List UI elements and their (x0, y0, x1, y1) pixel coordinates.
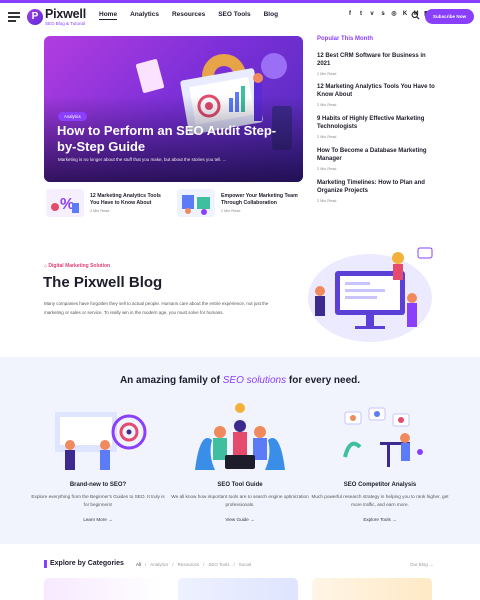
seo-tool-illustration (195, 403, 285, 470)
nav-item-seo-tools[interactable]: SEO Tools (218, 11, 250, 20)
our-blog-link[interactable]: Our Blog → (410, 562, 434, 567)
feature-card: SEO Tool Guide We all know how important… (170, 482, 310, 522)
view-guide-link[interactable]: View Guide → (170, 517, 310, 522)
section-marker (44, 560, 47, 568)
categories-title: Explore by Categories (50, 560, 124, 567)
category-card[interactable] (44, 578, 164, 600)
post-title[interactable]: Marketing Timelines: How to Plan and Org… (317, 180, 437, 196)
post-thumbnail (177, 189, 215, 217)
vimeo-icon[interactable]: v (369, 11, 375, 18)
list-item[interactable]: 12 Marketing Analytics Tools You Have to… (317, 84, 437, 107)
read-time: 2 Min Read (317, 166, 337, 171)
featured-post[interactable]: Analytics How to Perform an SEO Audit St… (44, 36, 303, 182)
post-thumbnail: % (46, 189, 84, 217)
list-item[interactable]: Empower Your Marketing Team Through Coll… (177, 188, 301, 218)
feature-card: SEO Competitor Analysis Much powerful re… (307, 482, 453, 522)
hero-title[interactable]: How to Perform an SEO Audit Step-by-Step… (57, 123, 287, 154)
feature-description: Explore everything from the Beginner's G… (31, 494, 165, 507)
hero-excerpt: Marketing is no longer about the stuff t… (58, 157, 227, 162)
learn-more-link[interactable]: Learn More → (28, 517, 168, 522)
feature-title: SEO Competitor Analysis (343, 482, 417, 488)
subscribe-button[interactable]: Subscribe Now (425, 9, 474, 24)
read-time: 2 Min Read (221, 209, 241, 213)
category-all[interactable]: All (136, 562, 141, 567)
post-title[interactable]: How To Become a Database Marketing Manag… (317, 148, 437, 164)
menu-icon[interactable] (8, 12, 20, 24)
read-time: 2 Min Read (317, 134, 337, 139)
section-description: Many companies have forgotten they sell … (44, 301, 269, 315)
category-analytics[interactable]: Analytics (150, 562, 168, 567)
list-item[interactable]: How To Become a Database Marketing Manag… (317, 148, 437, 171)
category-filter: All / Analytics / Resources / SEO Tools / So… (136, 562, 252, 567)
post-title[interactable]: 12 Marketing Analytics Tools You Have to… (90, 193, 170, 207)
instagram-icon[interactable]: ◎ (391, 11, 397, 18)
list-item[interactable]: Marketing Timelines: How to Plan and Org… (317, 180, 437, 203)
logo-tagline: SEO Blog & Tutorial (45, 21, 86, 26)
list-item[interactable]: % 12 Marketing Analytics Tools You Have … (46, 188, 170, 218)
category-badge[interactable]: Analytics (58, 112, 87, 121)
nav-item-resources[interactable]: Resources (172, 11, 205, 20)
post-title[interactable]: 9 Habits of Highly Effective Marketing T… (317, 116, 437, 132)
skype-icon[interactable]: s (380, 11, 386, 18)
nav-item-analytics[interactable]: Analytics (130, 11, 159, 20)
category-card[interactable] (178, 578, 298, 600)
read-time: 2 Min Read (317, 102, 337, 107)
section-title: The Pixwell Blog (43, 274, 163, 291)
read-time: 2 Min Read (317, 71, 337, 76)
post-title[interactable]: Empower Your Marketing Team Through Coll… (221, 193, 301, 207)
read-time: 2 Min Read (317, 198, 337, 203)
explore-tools-link[interactable]: Explore Tools → (307, 517, 453, 522)
nav-item-home[interactable]: Home (99, 11, 118, 20)
site-header: P Pixwell SEO Blog & Tutorial Home Analy… (0, 0, 480, 28)
seo-competitor-illustration (343, 407, 423, 467)
feature-card: Brand-new to SEO? Explore everything fro… (28, 482, 168, 522)
twitter-icon[interactable]: t (358, 11, 364, 18)
facebook-icon[interactable]: f (347, 11, 353, 18)
category-card[interactable] (312, 578, 432, 600)
logo-name: Pixwell (45, 7, 86, 21)
category-resources[interactable]: Resources (178, 562, 200, 567)
brand-new-illustration (55, 412, 147, 470)
post-title[interactable]: 12 Marketing Analytics Tools You Have to… (317, 84, 437, 100)
popular-heading: Popular This Month (317, 36, 373, 42)
list-item[interactable]: 12 Best CRM Software for Business in 202… (317, 53, 437, 76)
list-item[interactable]: 9 Habits of Highly Effective Marketing T… (317, 116, 437, 139)
solutions-title: An amazing family of SEO solutions for e… (119, 375, 361, 386)
main-nav: Home Analytics Resources SEO Tools Blog (99, 11, 278, 20)
blog-illustration (308, 247, 433, 342)
category-seo-tools[interactable]: SEO Tools (208, 562, 229, 567)
nav-item-blog[interactable]: Blog (264, 11, 278, 20)
feature-description: Much powerful research strategy in helpi… (311, 494, 449, 507)
section-kicker: ⌂ Digital Marketing Solution (44, 263, 111, 269)
logo-mark: P (27, 8, 43, 25)
feature-description: We all know how important tools are to s… (171, 494, 309, 507)
feature-title: Brand-new to SEO? (69, 482, 127, 488)
category-social[interactable]: Social (239, 562, 251, 567)
site-logo[interactable]: P Pixwell SEO Blog & Tutorial (27, 7, 86, 27)
feature-title: SEO Tool Guide (217, 482, 263, 488)
post-title[interactable]: 12 Best CRM Software for Business in 202… (317, 53, 437, 69)
read-time: 2 Min Read (90, 209, 110, 213)
vk-icon[interactable]: K (402, 11, 408, 18)
search-icon[interactable] (411, 11, 420, 20)
